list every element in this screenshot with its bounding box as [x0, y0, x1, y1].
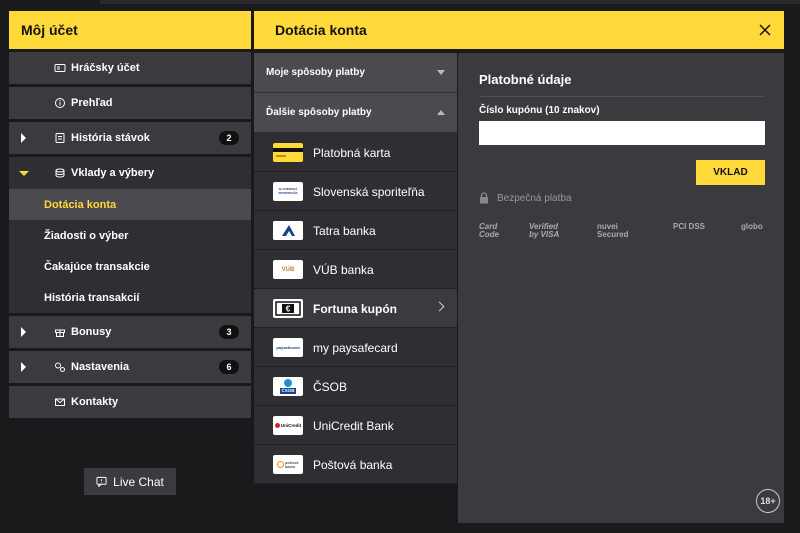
live-chat-button[interactable]: Live Chat: [84, 468, 176, 495]
count-badge: 3: [219, 325, 239, 339]
globo-badge: globo: [741, 222, 763, 231]
method-fortuna-coupon[interactable]: € Fortuna kupón: [254, 289, 457, 328]
vub-logo: VÚB: [273, 260, 303, 279]
method-slovenska-sporitelna[interactable]: SLOVENSKÁ SPORITEĽŇA Slovenská sporiteľň…: [254, 172, 457, 211]
account-menu-title: Môj účet: [9, 11, 251, 49]
payment-details: Platobné údaje Číslo kupónu (10 znakov) …: [458, 53, 784, 523]
payment-methods-list: Moje spôsoby platby Ďalšie spôsoby platb…: [254, 53, 457, 484]
menu-item-label: Bonusy: [71, 326, 112, 338]
expand-arrow-icon: [21, 133, 26, 143]
verified-by-visa-badge: Verified by VISA: [529, 222, 560, 239]
group-label: Moje spôsoby platby: [266, 67, 365, 78]
details-divider: [479, 96, 765, 97]
method-postova-banka[interactable]: poštová banka Poštová banka: [254, 445, 457, 484]
top-strip: [100, 0, 800, 4]
age-restriction-badge: 18+: [756, 489, 780, 513]
menu-item-bonuses[interactable]: Bonusy 3: [9, 316, 251, 348]
unicredit-logo: UniCredit: [273, 416, 303, 435]
submenu-item-transaction-history[interactable]: História transakcií: [9, 282, 251, 313]
method-label: Platobná karta: [313, 146, 391, 160]
menu-item-label: Hráčsky účet: [71, 62, 140, 74]
submenu-item-pending-transactions[interactable]: Čakajúce transakcie: [9, 251, 251, 282]
secure-payment-label: Bezpečná platba: [497, 192, 572, 204]
postova-banka-logo: poštová banka: [273, 455, 303, 474]
coupon-number-input[interactable]: [479, 121, 765, 145]
topup-title: Dotácia konta: [275, 22, 367, 38]
chevron-up-icon: [437, 110, 445, 115]
method-unicredit-bank[interactable]: UniCredit UniCredit Bank: [254, 406, 457, 445]
details-title: Platobné údaje: [479, 72, 572, 87]
gears-icon: [55, 362, 65, 372]
menu-item-player-account[interactable]: Hráčsky účet: [9, 52, 251, 84]
svg-text:€: €: [286, 305, 291, 314]
method-label: Poštová banka: [313, 458, 393, 472]
menu-item-contacts[interactable]: Kontakty: [9, 386, 251, 418]
chevron-down-icon: [437, 70, 445, 75]
method-label: VÚB banka: [313, 263, 374, 277]
other-payment-methods-toggle[interactable]: Ďalšie spôsoby platby: [254, 93, 457, 132]
method-tatra-banka[interactable]: Tatra banka: [254, 211, 457, 250]
card-code-badge: Card Code: [479, 222, 499, 239]
count-badge: 2: [219, 131, 239, 145]
coins-icon: [55, 168, 65, 178]
topup-panel: Dotácia konta Moje spôsoby platby Ďalšie…: [254, 11, 784, 523]
tatra-banka-logo: [273, 221, 303, 240]
envelope-icon: [55, 398, 65, 406]
method-label: Tatra banka: [313, 224, 376, 238]
method-paysafecard[interactable]: paysafecard my paysafecard: [254, 328, 457, 367]
account-menu: Môj účet Hráčsky účet Prehľad História s…: [9, 11, 251, 418]
method-csob[interactable]: ČSOB ČSOB: [254, 367, 457, 406]
pci-dss-badge: PCI DSS: [673, 222, 706, 231]
menu-item-settings[interactable]: Nastavenia 6: [9, 351, 251, 383]
lock-icon: [480, 192, 488, 204]
nuvei-secured-badge: nuvei Secured: [597, 222, 629, 239]
topup-header: Dotácia konta: [254, 11, 784, 49]
method-label: UniCredit Bank: [313, 419, 394, 433]
my-payment-methods-toggle[interactable]: Moje spôsoby platby: [254, 53, 457, 92]
expand-arrow-icon: [21, 362, 26, 372]
coupon-number-label: Číslo kupónu (10 znakov): [479, 105, 600, 116]
info-icon: [55, 98, 65, 108]
ticket-icon: [55, 133, 65, 143]
chevron-right-icon: [434, 301, 445, 312]
csob-logo: ČSOB: [273, 377, 303, 396]
close-icon[interactable]: [758, 23, 772, 37]
method-label: my paysafecard: [313, 341, 398, 355]
menu-item-deposits-withdrawals[interactable]: Vklady a výbery: [9, 157, 251, 189]
count-badge: 6: [219, 360, 239, 374]
submenu-item-account-topup[interactable]: Dotácia konta: [9, 189, 251, 220]
method-label: ČSOB: [313, 380, 348, 394]
chat-bubble-icon: [96, 476, 107, 487]
group-label: Ďalšie spôsoby platby: [266, 107, 372, 118]
menu-item-label: História stávok: [71, 132, 150, 144]
paysafecard-logo: paysafecard: [273, 338, 303, 357]
euro-note-icon: €: [273, 299, 303, 318]
collapse-arrow-icon: [19, 171, 29, 176]
method-vub-banka[interactable]: VÚB VÚB banka: [254, 250, 457, 289]
menu-item-label: Vklady a výbery: [71, 167, 155, 179]
deposit-button[interactable]: VKLAD: [696, 160, 765, 185]
menu-item-bet-history[interactable]: História stávok 2: [9, 122, 251, 154]
method-label: Fortuna kupón: [313, 302, 397, 316]
id-card-icon: [54, 64, 66, 72]
secure-payment-note: Bezpečná platba: [479, 192, 572, 204]
expand-arrow-icon: [21, 327, 26, 337]
method-payment-card[interactable]: Platobná karta: [254, 133, 457, 172]
method-label: Slovenská sporiteľňa: [313, 185, 425, 199]
gift-icon: [55, 329, 65, 337]
submenu-item-withdrawal-requests[interactable]: Žiadosti o výber: [9, 220, 251, 251]
slsp-logo: SLOVENSKÁ SPORITEĽŇA: [273, 182, 303, 201]
live-chat-label: Live Chat: [113, 474, 164, 489]
trust-badges: Card Code Verified by VISA nuvei Secured…: [479, 223, 769, 243]
deposits-submenu: Dotácia konta Žiadosti o výber Čakajúce …: [9, 189, 251, 313]
credit-card-icon: [273, 143, 303, 162]
menu-item-overview[interactable]: Prehľad: [9, 87, 251, 119]
menu-item-label: Kontakty: [71, 396, 119, 408]
menu-item-label: Prehľad: [71, 97, 113, 109]
menu-item-label: Nastavenia: [71, 361, 130, 373]
